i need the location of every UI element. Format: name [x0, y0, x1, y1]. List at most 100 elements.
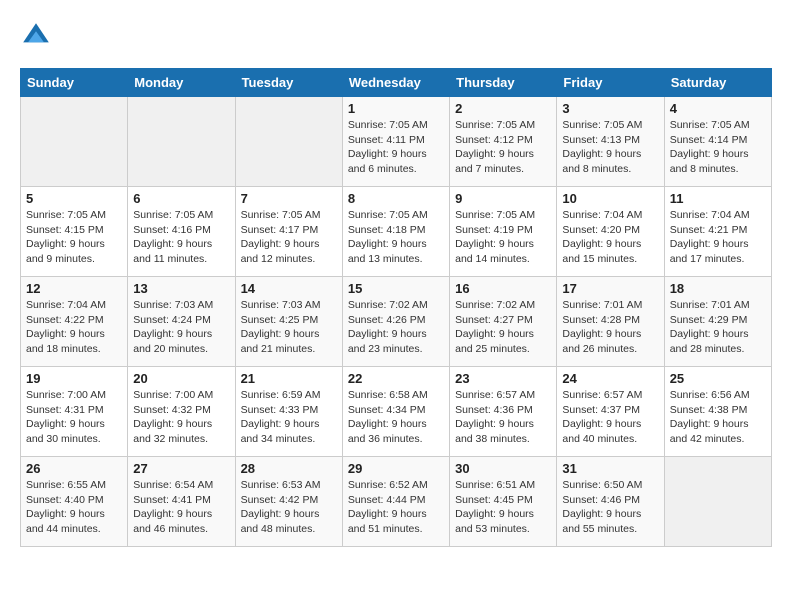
day-info: Sunrise: 6:51 AM Sunset: 4:45 PM Dayligh… — [455, 478, 551, 537]
day-cell-3: 3 Sunrise: 7:05 AM Sunset: 4:13 PM Daylig… — [557, 97, 664, 187]
day-cell-24: 24Sunrise: 6:57 AM Sunset: 4:37 PM Dayli… — [557, 367, 664, 457]
day-info: Sunrise: 7:00 AM Sunset: 4:31 PM Dayligh… — [26, 388, 122, 447]
day-info: Sunrise: 7:04 AM Sunset: 4:21 PM Dayligh… — [670, 208, 766, 267]
day-info: Sunrise: 6:56 AM Sunset: 4:38 PM Dayligh… — [670, 388, 766, 447]
empty-cell — [235, 97, 342, 187]
day-cell-2: 2 Sunrise: 7:05 AM Sunset: 4:12 PM Daylig… — [450, 97, 557, 187]
day-info: Sunrise: 7:05 AM Sunset: 4:18 PM Dayligh… — [348, 208, 444, 267]
day-info: Sunrise: 6:55 AM Sunset: 4:40 PM Dayligh… — [26, 478, 122, 537]
day-info: Sunrise: 6:50 AM Sunset: 4:46 PM Dayligh… — [562, 478, 658, 537]
day-info: Sunrise: 7:05 AM Sunset: 4:16 PM Dayligh… — [133, 208, 229, 267]
day-cell-8: 8Sunrise: 7:05 AM Sunset: 4:18 PM Daylig… — [342, 187, 449, 277]
day-cell-19: 19 Sunrise: 7:00 AM Sunset: 4:31 PM Dayli… — [21, 367, 128, 457]
day-info: Sunrise: 7:05 AM Sunset: 4:11 PM Dayligh… — [348, 118, 444, 177]
day-number: 12 — [26, 281, 122, 296]
day-info: Sunrise: 7:05 AM Sunset: 4:19 PM Dayligh… — [455, 208, 551, 267]
week-row-1: 1 Sunrise: 7:05 AM Sunset: 4:11 PM Daylig… — [21, 97, 772, 187]
weekday-header-wednesday: Wednesday — [342, 69, 449, 97]
day-number: 7 — [241, 191, 337, 206]
day-number: 27 — [133, 461, 229, 476]
day-cell-14: 14Sunrise: 7:03 AM Sunset: 4:25 PM Dayli… — [235, 277, 342, 367]
day-info: Sunrise: 6:58 AM Sunset: 4:34 PM Dayligh… — [348, 388, 444, 447]
day-number: 18 — [670, 281, 766, 296]
day-cell-4: 4 Sunrise: 7:05 AM Sunset: 4:14 PM Daylig… — [664, 97, 771, 187]
day-number: 22 — [348, 371, 444, 386]
day-number: 3 — [562, 101, 658, 116]
weekday-header-monday: Monday — [128, 69, 235, 97]
day-cell-21: 21 Sunrise: 6:59 AM Sunset: 4:33 PM Dayli… — [235, 367, 342, 457]
week-row-2: 5 Sunrise: 7:05 AM Sunset: 4:15 PM Daylig… — [21, 187, 772, 277]
day-number: 15 — [348, 281, 444, 296]
logo-icon — [20, 20, 52, 52]
day-cell-22: 22 Sunrise: 6:58 AM Sunset: 4:34 PM Dayli… — [342, 367, 449, 457]
day-cell-27: 27Sunrise: 6:54 AM Sunset: 4:41 PM Dayli… — [128, 457, 235, 547]
day-number: 28 — [241, 461, 337, 476]
logo — [20, 20, 56, 52]
day-cell-7: 7Sunrise: 7:05 AM Sunset: 4:17 PM Daylig… — [235, 187, 342, 277]
day-number: 26 — [26, 461, 122, 476]
week-row-4: 19 Sunrise: 7:00 AM Sunset: 4:31 PM Dayli… — [21, 367, 772, 457]
day-cell-17: 17 Sunrise: 7:01 AM Sunset: 4:28 PM Dayli… — [557, 277, 664, 367]
day-number: 11 — [670, 191, 766, 206]
day-info: Sunrise: 7:05 AM Sunset: 4:15 PM Dayligh… — [26, 208, 122, 267]
day-number: 29 — [348, 461, 444, 476]
day-info: Sunrise: 6:52 AM Sunset: 4:44 PM Dayligh… — [348, 478, 444, 537]
day-info: Sunrise: 7:05 AM Sunset: 4:14 PM Dayligh… — [670, 118, 766, 177]
day-cell-15: 15 Sunrise: 7:02 AM Sunset: 4:26 PM Dayli… — [342, 277, 449, 367]
day-info: Sunrise: 7:05 AM Sunset: 4:13 PM Dayligh… — [562, 118, 658, 177]
day-info: Sunrise: 7:01 AM Sunset: 4:28 PM Dayligh… — [562, 298, 658, 357]
weekday-header-tuesday: Tuesday — [235, 69, 342, 97]
day-number: 31 — [562, 461, 658, 476]
day-number: 5 — [26, 191, 122, 206]
day-number: 6 — [133, 191, 229, 206]
week-row-3: 12 Sunrise: 7:04 AM Sunset: 4:22 PM Dayli… — [21, 277, 772, 367]
day-cell-25: 25 Sunrise: 6:56 AM Sunset: 4:38 PM Dayli… — [664, 367, 771, 457]
weekday-header-friday: Friday — [557, 69, 664, 97]
day-number: 21 — [241, 371, 337, 386]
weekday-header-row: SundayMondayTuesdayWednesdayThursdayFrid… — [21, 69, 772, 97]
day-number: 1 — [348, 101, 444, 116]
calendar-table: SundayMondayTuesdayWednesdayThursdayFrid… — [20, 68, 772, 547]
weekday-header-thursday: Thursday — [450, 69, 557, 97]
day-number: 10 — [562, 191, 658, 206]
day-info: Sunrise: 7:02 AM Sunset: 4:26 PM Dayligh… — [348, 298, 444, 357]
empty-cell — [21, 97, 128, 187]
day-number: 9 — [455, 191, 551, 206]
day-info: Sunrise: 7:04 AM Sunset: 4:20 PM Dayligh… — [562, 208, 658, 267]
day-info: Sunrise: 7:04 AM Sunset: 4:22 PM Dayligh… — [26, 298, 122, 357]
day-cell-26: 26 Sunrise: 6:55 AM Sunset: 4:40 PM Dayli… — [21, 457, 128, 547]
day-number: 25 — [670, 371, 766, 386]
day-cell-16: 16 Sunrise: 7:02 AM Sunset: 4:27 PM Dayli… — [450, 277, 557, 367]
day-number: 20 — [133, 371, 229, 386]
week-row-5: 26 Sunrise: 6:55 AM Sunset: 4:40 PM Dayli… — [21, 457, 772, 547]
day-cell-18: 18 Sunrise: 7:01 AM Sunset: 4:29 PM Dayli… — [664, 277, 771, 367]
day-info: Sunrise: 7:03 AM Sunset: 4:24 PM Dayligh… — [133, 298, 229, 357]
day-cell-1: 1 Sunrise: 7:05 AM Sunset: 4:11 PM Daylig… — [342, 97, 449, 187]
day-cell-23: 23Sunrise: 6:57 AM Sunset: 4:36 PM Dayli… — [450, 367, 557, 457]
day-number: 24 — [562, 371, 658, 386]
day-info: Sunrise: 7:02 AM Sunset: 4:27 PM Dayligh… — [455, 298, 551, 357]
day-cell-12: 12 Sunrise: 7:04 AM Sunset: 4:22 PM Dayli… — [21, 277, 128, 367]
day-number: 23 — [455, 371, 551, 386]
day-cell-10: 10 Sunrise: 7:04 AM Sunset: 4:20 PM Dayli… — [557, 187, 664, 277]
day-number: 4 — [670, 101, 766, 116]
day-number: 17 — [562, 281, 658, 296]
day-cell-13: 13Sunrise: 7:03 AM Sunset: 4:24 PM Dayli… — [128, 277, 235, 367]
day-number: 16 — [455, 281, 551, 296]
weekday-header-saturday: Saturday — [664, 69, 771, 97]
weekday-header-sunday: Sunday — [21, 69, 128, 97]
day-cell-29: 29 Sunrise: 6:52 AM Sunset: 4:44 PM Dayli… — [342, 457, 449, 547]
day-number: 30 — [455, 461, 551, 476]
empty-cell — [128, 97, 235, 187]
day-cell-9: 9 Sunrise: 7:05 AM Sunset: 4:19 PM Daylig… — [450, 187, 557, 277]
day-info: Sunrise: 7:01 AM Sunset: 4:29 PM Dayligh… — [670, 298, 766, 357]
day-info: Sunrise: 7:05 AM Sunset: 4:12 PM Dayligh… — [455, 118, 551, 177]
day-info: Sunrise: 7:00 AM Sunset: 4:32 PM Dayligh… — [133, 388, 229, 447]
day-number: 19 — [26, 371, 122, 386]
day-info: Sunrise: 7:03 AM Sunset: 4:25 PM Dayligh… — [241, 298, 337, 357]
day-info: Sunrise: 6:59 AM Sunset: 4:33 PM Dayligh… — [241, 388, 337, 447]
day-info: Sunrise: 6:53 AM Sunset: 4:42 PM Dayligh… — [241, 478, 337, 537]
day-number: 2 — [455, 101, 551, 116]
empty-cell — [664, 457, 771, 547]
day-cell-6: 6 Sunrise: 7:05 AM Sunset: 4:16 PM Daylig… — [128, 187, 235, 277]
